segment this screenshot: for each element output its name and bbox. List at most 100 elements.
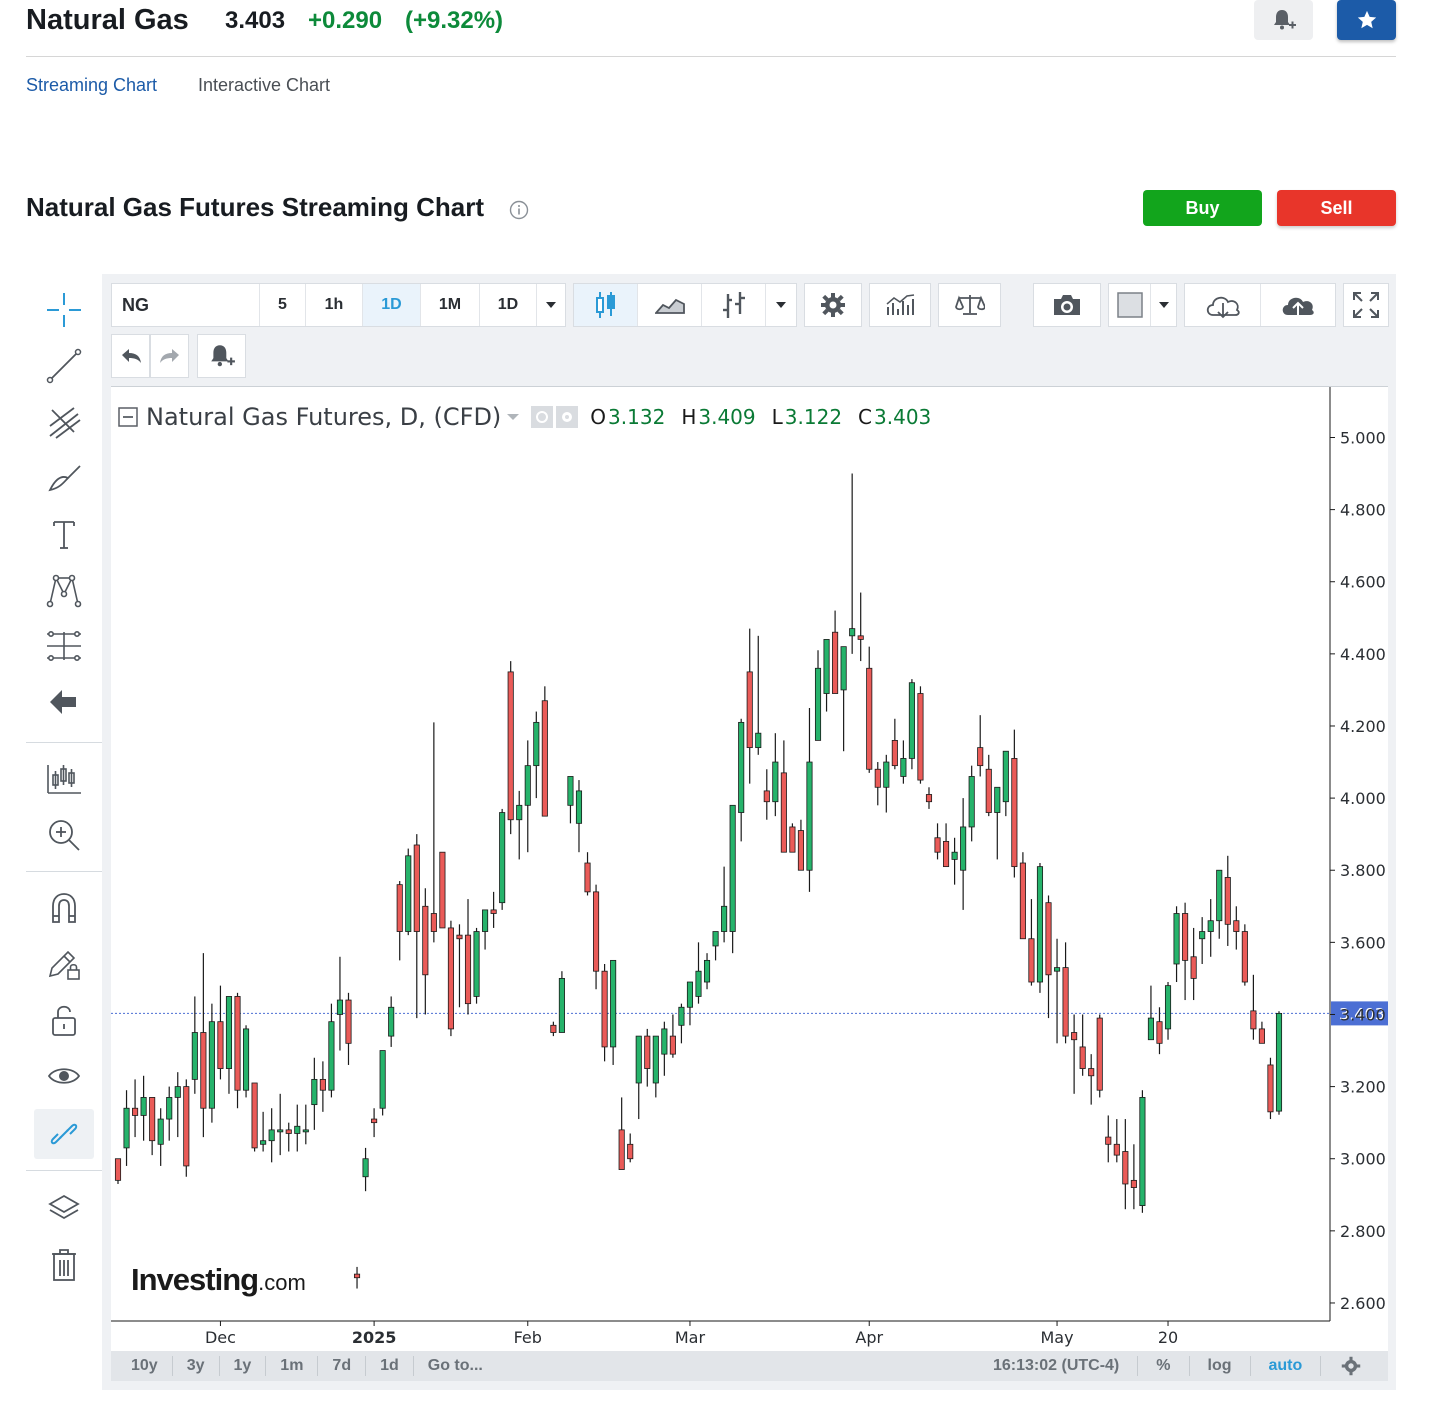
chart-plot-area[interactable]: 3.403 5.000 4.800 4.600 4.400 4.200 4.000 3.80… <box>111 386 1388 1351</box>
redo-button[interactable] <box>151 335 188 377</box>
candle[interactable] <box>225 996 233 1094</box>
measure-tool[interactable] <box>34 621 94 671</box>
undo-button[interactable] <box>112 335 149 377</box>
candle[interactable] <box>277 1093 284 1156</box>
candle[interactable] <box>405 848 412 936</box>
candle[interactable] <box>558 971 565 1033</box>
candle[interactable] <box>823 639 830 712</box>
candle[interactable] <box>1147 985 1154 1041</box>
candle[interactable] <box>166 1086 173 1141</box>
candle[interactable] <box>857 592 864 662</box>
candle[interactable] <box>814 650 822 741</box>
candle[interactable] <box>866 646 873 773</box>
sell-button[interactable]: Sell <box>1277 190 1396 226</box>
candle[interactable] <box>353 1266 361 1289</box>
legend-settings-icon[interactable] <box>556 406 579 428</box>
candle[interactable] <box>123 1090 130 1166</box>
range-1m[interactable]: 1m <box>266 1356 319 1376</box>
candle[interactable] <box>114 1158 122 1184</box>
candle[interactable] <box>994 786 1001 860</box>
zoom-tool[interactable] <box>34 810 94 860</box>
candle[interactable] <box>977 715 984 777</box>
candle[interactable] <box>789 823 796 853</box>
candle[interactable] <box>1173 906 1180 983</box>
candle[interactable] <box>678 1003 685 1044</box>
candle[interactable] <box>243 1025 250 1098</box>
candle[interactable] <box>669 1014 676 1058</box>
candle[interactable] <box>832 610 839 694</box>
unlock-tool[interactable] <box>34 995 94 1045</box>
tab-streaming-chart[interactable]: Streaming Chart <box>26 75 157 96</box>
candle[interactable] <box>1250 974 1257 1040</box>
candlestick-chart[interactable]: 3.403 5.000 4.800 4.600 4.400 4.200 4.000 3.80… <box>111 387 1388 1352</box>
area-button[interactable] <box>638 284 702 326</box>
candle[interactable] <box>524 740 531 853</box>
interval-1h[interactable]: 1h <box>306 284 363 326</box>
candle[interactable] <box>934 823 941 860</box>
candle[interactable] <box>567 776 574 824</box>
candle[interactable] <box>1267 1057 1274 1120</box>
candle[interactable] <box>721 866 728 943</box>
candle[interactable] <box>1130 1144 1137 1210</box>
text-tool[interactable] <box>34 509 94 559</box>
candle[interactable] <box>499 808 506 910</box>
candle[interactable] <box>1019 852 1026 940</box>
candle[interactable] <box>644 1028 651 1087</box>
candle[interactable] <box>439 851 446 929</box>
candle[interactable] <box>601 963 608 1062</box>
candle[interactable] <box>900 740 907 784</box>
candle[interactable] <box>217 985 224 1080</box>
snapshot-button[interactable] <box>1034 284 1100 326</box>
candle[interactable] <box>1028 899 1035 986</box>
collapse-icon[interactable] <box>118 407 138 427</box>
load-chart-button[interactable] <box>1185 284 1261 326</box>
go-to-date[interactable]: Go to... <box>414 1356 497 1376</box>
candle[interactable] <box>302 1104 309 1145</box>
visibility-tool[interactable] <box>34 1051 94 1101</box>
ohlc-button[interactable] <box>702 284 766 326</box>
candle[interactable] <box>183 1079 190 1177</box>
save-chart-button[interactable] <box>1261 284 1335 326</box>
candle[interactable] <box>1199 917 1206 964</box>
candle[interactable] <box>746 628 753 784</box>
candles-button[interactable] <box>574 284 638 326</box>
candle[interactable] <box>618 1097 625 1170</box>
candle[interactable] <box>593 884 600 990</box>
add-to-watchlist-button[interactable] <box>1337 0 1396 40</box>
candle[interactable] <box>456 924 463 1008</box>
candle[interactable] <box>1105 1115 1112 1163</box>
candle[interactable] <box>311 1057 318 1130</box>
candle[interactable] <box>661 1021 668 1076</box>
candle[interactable] <box>362 1147 369 1192</box>
candle[interactable] <box>943 823 950 868</box>
candle[interactable] <box>234 992 241 1109</box>
candle[interactable] <box>294 1104 301 1152</box>
candle[interactable] <box>575 780 583 853</box>
candle[interactable] <box>140 1075 147 1141</box>
candle[interactable] <box>695 942 702 1004</box>
trend-line-tool[interactable] <box>34 341 94 391</box>
candle[interactable] <box>703 953 711 990</box>
candle[interactable] <box>610 959 617 1065</box>
candle[interactable] <box>208 1003 215 1123</box>
range-1d[interactable]: 1d <box>366 1356 414 1376</box>
range-7d[interactable]: 7d <box>318 1356 367 1376</box>
interval-1d-alt[interactable]: 1D <box>480 284 537 326</box>
candle[interactable] <box>1062 942 1069 1044</box>
candle[interactable] <box>925 787 933 809</box>
candle[interactable] <box>917 686 924 784</box>
layers-tool[interactable] <box>34 1183 94 1233</box>
candle[interactable] <box>149 1097 156 1156</box>
candle[interactable] <box>422 888 429 1015</box>
candle[interactable] <box>533 711 540 799</box>
candle[interactable] <box>1241 924 1248 986</box>
candle[interactable] <box>1122 1119 1129 1210</box>
fib-tool[interactable] <box>34 397 94 447</box>
candle[interactable] <box>1207 899 1214 957</box>
candle[interactable] <box>840 646 847 752</box>
candle[interactable] <box>191 996 198 1094</box>
fullscreen-button[interactable] <box>1344 284 1388 326</box>
candle[interactable] <box>260 1111 267 1152</box>
candle[interactable] <box>985 754 992 817</box>
candle[interactable] <box>951 837 958 885</box>
